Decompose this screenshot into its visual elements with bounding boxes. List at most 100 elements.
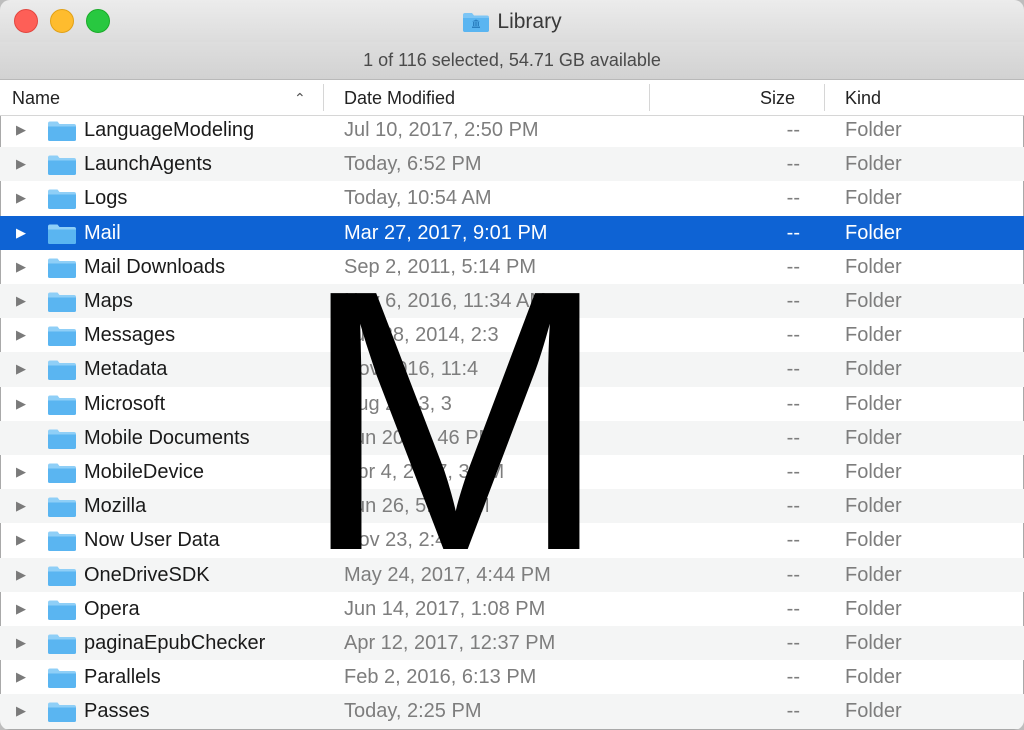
folder-icon [47,496,77,518]
column-divider[interactable] [824,84,825,111]
file-name: Mail Downloads [84,255,226,278]
file-name: Mozilla [84,495,147,518]
disclosure-triangle-icon[interactable]: ▶ [16,250,26,284]
list-item[interactable]: ▶ Maps Nov 6, 2016, 11:34 AM -- Folder [0,284,1024,319]
file-size: -- [786,290,800,312]
folder-icon [47,667,77,689]
library-folder-icon [462,11,490,33]
file-name: Logs [84,187,128,210]
file-size: -- [786,666,800,689]
date-modified: Apr 12, 2017, 12:37 PM [344,632,556,654]
list-item[interactable]: ▶ Metadata Nov 2016, 11:4 -- Folder [0,352,1024,387]
column-header-kind[interactable]: Kind [845,80,881,115]
disclosure-triangle-icon[interactable]: ▶ [16,592,26,626]
list-item[interactable]: ▶ Messages Jun 28, 2014, 2:3 -- Folder [0,318,1024,352]
date-modified: Apr 4, 2017, 3 AM [344,461,505,483]
disclosure-triangle-icon[interactable]: ▶ [16,626,26,660]
file-size: -- [786,495,800,518]
date-modified: Jun 2017, 46 PM [344,426,496,449]
disclosure-triangle-icon[interactable]: ▶ [16,318,26,352]
disclosure-triangle-icon[interactable]: ▶ [16,352,26,386]
file-size: -- [786,632,800,654]
folder-icon [47,394,77,416]
file-name: Passes [84,700,150,723]
disclosure-triangle-icon[interactable]: ▶ [16,523,26,557]
column-divider[interactable] [649,84,650,111]
file-size: -- [786,426,800,449]
list-item[interactable]: ▶ Passes Today, 2:25 PM -- Folder [0,694,1024,729]
list-item[interactable]: ▶ LanguageModeling Jul 10, 2017, 2:50 PM --… [0,116,1024,147]
date-modified: Today, 6:52 PM [344,153,482,176]
list-item[interactable]: ▶ Now User Data Nov 23, 2:40 -- Folder [0,523,1024,557]
file-size: -- [786,529,800,552]
file-kind: Folder [845,597,902,620]
disclosure-triangle-icon[interactable]: ▶ [16,660,26,694]
file-size: -- [786,153,800,176]
file-list[interactable]: ▶ LanguageModeling Jul 10, 2017, 2:50 PM --… [0,116,1024,730]
date-modified: Sep 2, 2011, 5:14 PM [344,255,536,278]
date-modified: Jun 14, 2017, 1:08 PM [344,597,546,620]
column-header-size[interactable]: Size [760,80,795,115]
list-item[interactable]: ▶ Parallels Feb 2, 2016, 6:13 PM -- Folder [0,660,1024,694]
folder-icon [47,599,77,621]
file-size: -- [786,255,800,278]
file-kind: Folder [845,529,902,552]
folder-icon [47,188,77,210]
list-item[interactable]: ▶ Opera Jun 14, 2017, 1:08 PM -- Folder [0,592,1024,626]
list-item[interactable]: ▶ Microsoft Aug 2013, 3 -- Folder [0,387,1024,421]
disclosure-triangle-icon[interactable]: ▶ [16,455,26,489]
folder-icon [47,223,77,245]
date-modified: Jun 28, 2014, 2:3 [344,324,499,347]
file-name: MobileDevice [84,461,205,483]
title-bar[interactable]: Library [0,0,1024,42]
file-size: -- [786,563,800,586]
disclosure-triangle-icon[interactable]: ▶ [16,216,26,250]
file-size: -- [786,358,800,381]
window-title: Library [497,10,562,33]
column-header-name[interactable]: Name [12,80,60,115]
file-size: -- [786,700,800,723]
disclosure-triangle-icon[interactable]: ▶ [16,387,26,421]
folder-icon [47,462,77,484]
folder-icon [47,325,77,347]
file-name: Now User Data [84,529,220,552]
list-item[interactable]: ▶ LaunchAgents Today, 6:52 PM -- Folder [0,147,1024,182]
date-modified: Feb 2, 2016, 6:13 PM [344,666,537,689]
file-kind: Folder [845,255,902,278]
list-item[interactable]: ▶ paginaEpubChecker Apr 12, 2017, 12:37 PM… [0,626,1024,661]
disclosure-triangle-icon[interactable]: ▶ [16,181,26,215]
column-header: Name ⌃ Date Modified Size Kind [0,80,1024,116]
file-size: -- [786,461,800,483]
file-name: OneDriveSDK [84,563,210,586]
file-kind: Folder [845,700,902,723]
list-item[interactable]: ▶ OneDriveSDK May 24, 2017, 4:44 PM -- Folde… [0,557,1024,592]
file-size: -- [786,221,800,244]
list-item[interactable]: ▶ Mozilla Jun 26, 5:25 PM -- Folder [0,489,1024,524]
folder-icon [47,257,77,279]
date-modified: Aug 2013, 3 [344,392,452,415]
list-item[interactable]: ▶ Mail Downloads Sep 2, 2011, 5:14 PM -- Fol… [0,250,1024,284]
date-modified: Mar 27, 2017, 9:01 PM [344,221,548,244]
column-divider[interactable] [323,84,324,111]
folder-icon [47,154,77,176]
file-size: -- [786,119,800,141]
file-kind: Folder [845,392,902,415]
file-name: LanguageModeling [84,119,255,141]
date-modified: Jul 10, 2017, 2:50 PM [344,119,539,141]
column-header-date[interactable]: Date Modified [344,80,455,115]
file-name: Metadata [84,358,168,381]
list-item[interactable]: ▶ MobileDevice Apr 4, 2017, 3 AM -- Folder [0,455,1024,489]
list-item[interactable]: ▶ Logs Today, 10:54 AM -- Folder [0,181,1024,215]
date-modified: Today, 2:25 PM [344,700,482,723]
disclosure-triangle-icon[interactable]: ▶ [16,558,26,592]
disclosure-triangle-icon[interactable]: ▶ [16,147,26,181]
list-item[interactable]: Mobile Documents Jun 2017, 46 PM -- Folder [0,420,1024,455]
file-kind: Folder [845,324,902,347]
disclosure-triangle-icon[interactable]: ▶ [16,284,26,318]
disclosure-triangle-icon[interactable]: ▶ [16,694,26,728]
date-modified: Jun 26, 5:25 PM [344,495,490,518]
disclosure-triangle-icon[interactable]: ▶ [16,489,26,523]
disclosure-triangle-icon[interactable]: ▶ [16,116,26,147]
file-kind: Folder [845,119,902,141]
list-item[interactable]: ▶ Mail Mar 27, 2017, 9:01 PM -- Folder [0,215,1024,250]
